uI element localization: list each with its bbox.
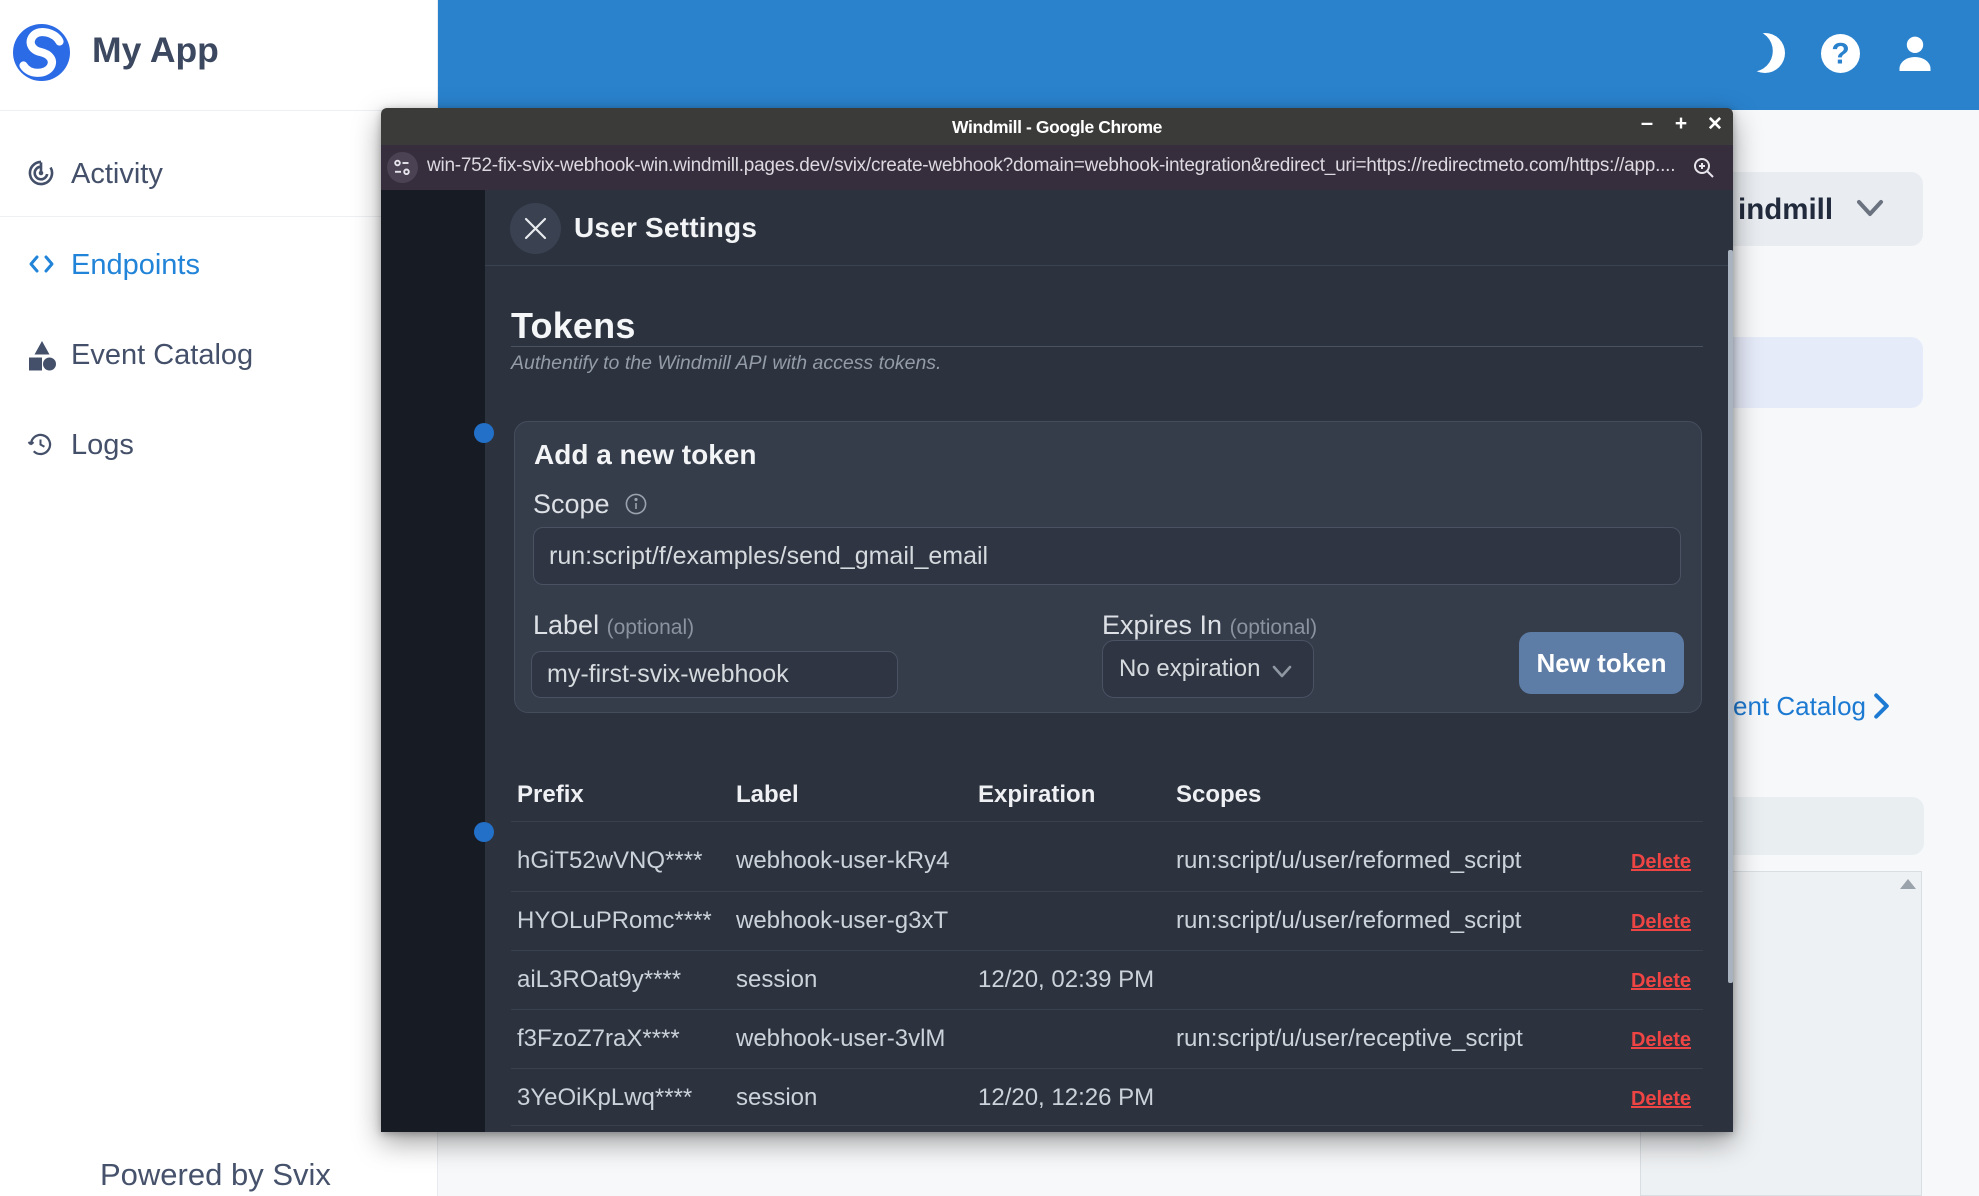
svg-text:?: ?	[1831, 38, 1849, 71]
